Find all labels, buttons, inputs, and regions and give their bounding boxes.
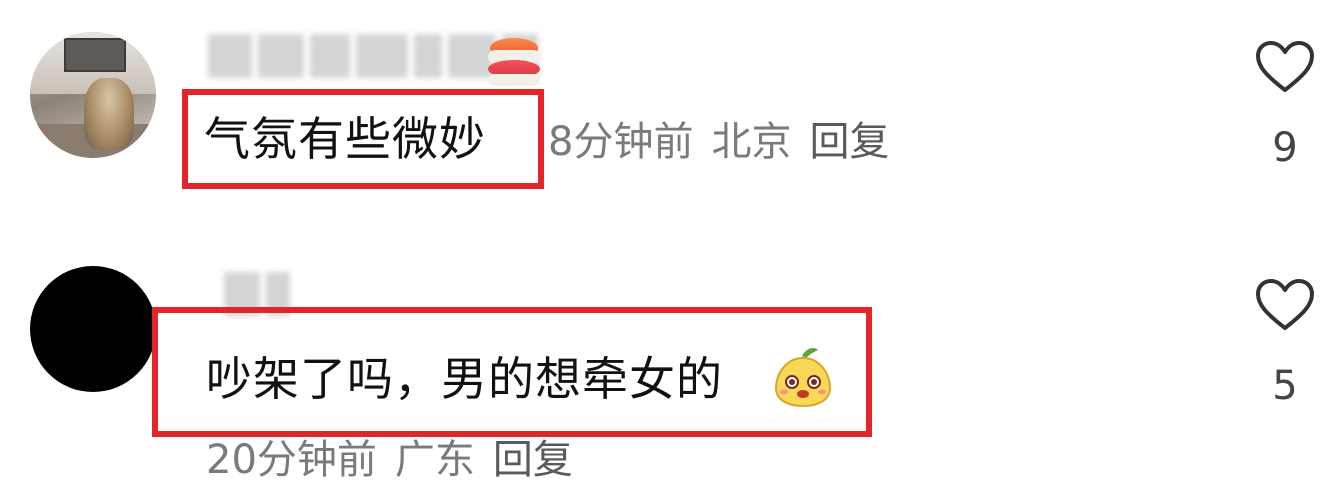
- avatar[interactable]: [30, 266, 156, 392]
- comment-time: 8分钟前: [548, 119, 694, 165]
- comment-meta: 20分钟前 广东 回复: [206, 440, 591, 480]
- reply-button[interactable]: 回复: [493, 437, 573, 483]
- like-count: 9: [1272, 125, 1298, 171]
- comment-text: 吵架了吗，男的想牵女的: [206, 352, 723, 406]
- avatar-dog: [84, 78, 134, 150]
- comment-time: 20分钟前: [206, 437, 377, 483]
- heart-icon[interactable]: [1255, 278, 1315, 332]
- comment-meta: 8分钟前 北京 回复: [548, 122, 907, 162]
- like-count: 5: [1272, 363, 1298, 409]
- avatar[interactable]: [30, 32, 156, 158]
- comment-text: 气氛有些微妙: [204, 112, 486, 166]
- like-control[interactable]: 5: [1254, 278, 1316, 406]
- sushi-icon: [486, 36, 542, 86]
- heart-icon[interactable]: [1255, 40, 1315, 94]
- reply-button[interactable]: 回复: [809, 119, 889, 165]
- avatar-window: [64, 38, 126, 72]
- comment-location: 广东: [394, 437, 475, 483]
- comment-location: 北京: [711, 119, 792, 165]
- like-control[interactable]: 9: [1254, 40, 1316, 168]
- cute-bun-emoji-icon: [774, 348, 832, 408]
